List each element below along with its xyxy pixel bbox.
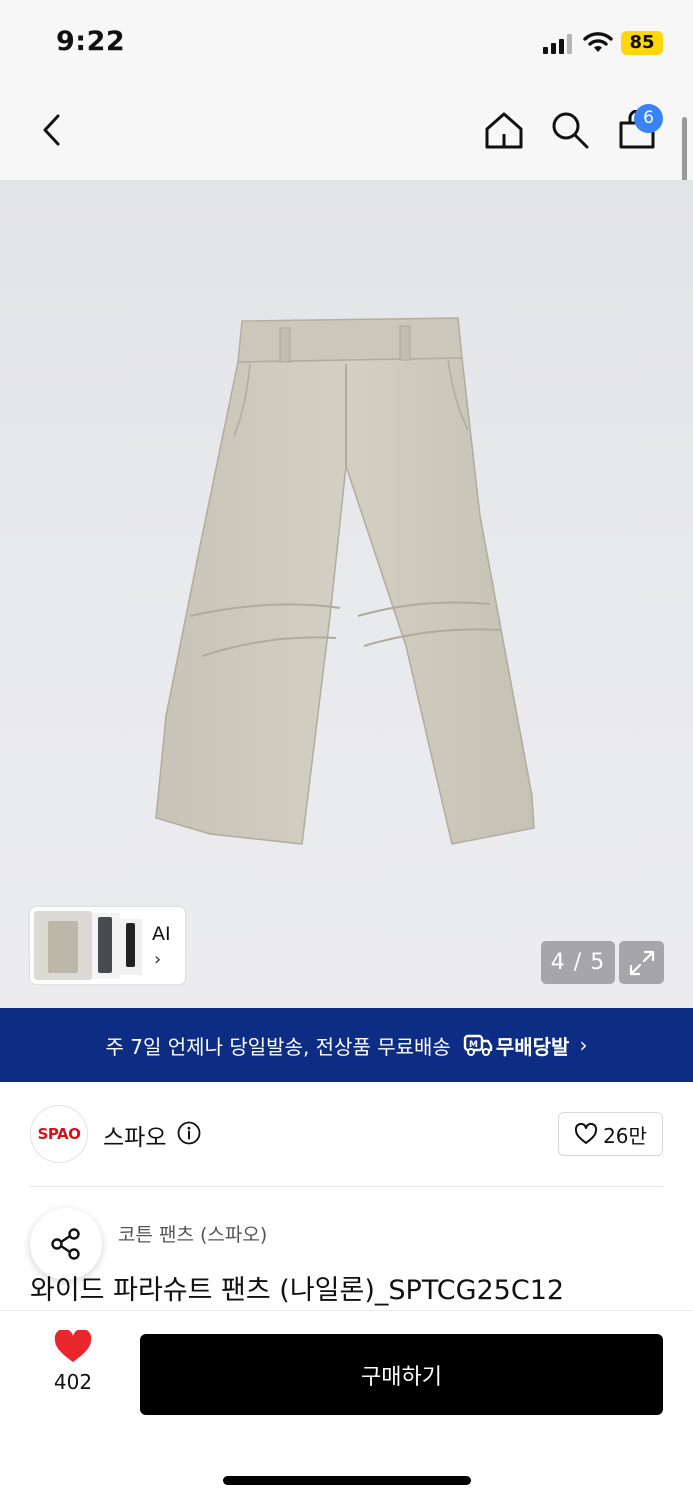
info-icon[interactable]	[177, 1121, 201, 1145]
scrollbar[interactable]	[682, 117, 687, 183]
thumbnail-gray-pants	[92, 913, 120, 979]
status-time: 9:22	[56, 26, 126, 57]
home-indicator[interactable]	[223, 1476, 471, 1485]
status-bar: 9:22 85	[0, 0, 693, 84]
ai-style-thumbnail-button[interactable]: AI ›	[30, 907, 185, 984]
chevron-left-icon	[43, 114, 60, 146]
divider	[30, 1186, 663, 1187]
expand-icon	[629, 950, 654, 975]
free-shipping-banner[interactable]: 주 7일 언제나 당일발송, 전상품 무료배송 M 무배당발 ›	[0, 1008, 693, 1082]
image-counter: 4 / 5	[541, 941, 615, 984]
brand-like-button[interactable]: 26만	[558, 1112, 663, 1156]
home-button[interactable]	[479, 104, 529, 156]
wifi-icon	[583, 32, 613, 52]
brand-like-count: 26만	[603, 1123, 647, 1148]
buy-button[interactable]: 구매하기	[140, 1334, 663, 1415]
product-photo-pants	[155, 317, 535, 845]
thumbnail-beige-pants	[34, 911, 92, 980]
product-image-gallery[interactable]: AI › 4 / 5	[0, 180, 693, 1008]
wishlist-count: 402	[53, 1370, 93, 1394]
thumbnail-black-pants	[120, 919, 142, 975]
banner-logo: M 무배당발	[463, 1031, 570, 1060]
banner-text: 주 7일 언제나 당일발송, 전상품 무료배송	[105, 1034, 451, 1059]
cellular-signal-icon	[543, 34, 575, 54]
svg-text:M: M	[469, 1040, 478, 1050]
heart-filled-icon	[54, 1330, 92, 1362]
search-button[interactable]	[545, 104, 595, 156]
delivery-truck-icon: M	[463, 1034, 493, 1056]
chevron-right-icon: ›	[579, 1033, 588, 1057]
heart-outline-icon	[575, 1123, 598, 1144]
brand-name[interactable]: 스파오	[103, 1118, 166, 1152]
back-button[interactable]	[27, 104, 77, 156]
product-title: 와이드 파라슈트 팬츠 (나일론)_SPTCG25C12	[30, 1275, 565, 1306]
expand-image-button[interactable]	[619, 941, 664, 984]
top-nav-bar	[0, 84, 693, 180]
product-category[interactable]: 코튼 팬츠 (스파오)	[118, 1220, 267, 1247]
share-icon	[51, 1228, 80, 1260]
home-icon	[485, 112, 523, 149]
chevron-right-icon: ›	[154, 949, 162, 970]
cart-count-badge: 6	[634, 104, 663, 133]
wishlist-button[interactable]: 402	[40, 1330, 106, 1410]
banner-logo-text: 무배당발	[495, 1034, 570, 1059]
search-icon	[552, 112, 589, 149]
battery-indicator: 85	[621, 31, 663, 55]
ai-label: AI	[152, 923, 171, 945]
brand-logo[interactable]: SPAO	[30, 1105, 88, 1163]
brand-logo-text: SPAO	[37, 1125, 81, 1143]
